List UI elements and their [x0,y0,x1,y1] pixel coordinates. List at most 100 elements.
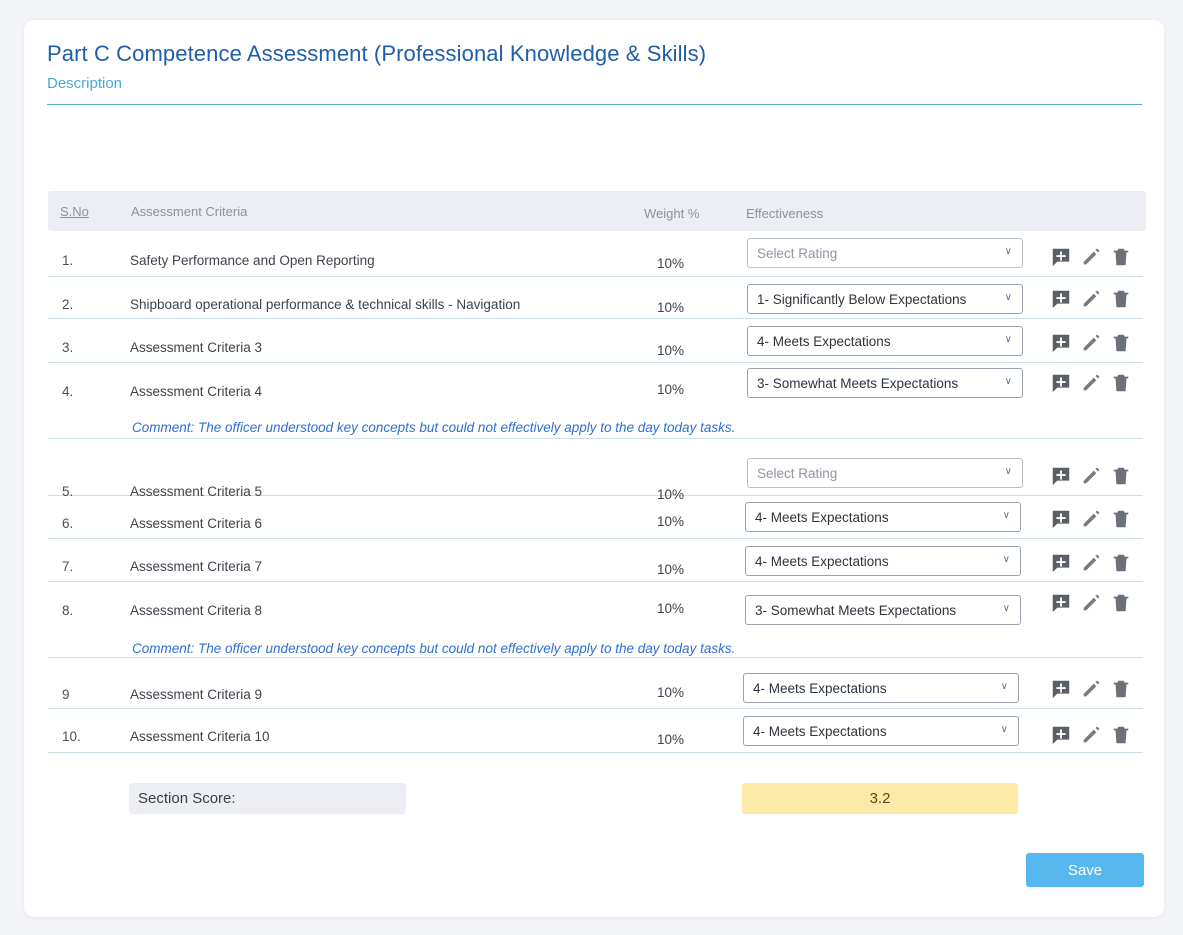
add-comment-icon[interactable] [1050,246,1072,268]
chevron-down-icon: ∨ [1004,246,1012,257]
add-comment-icon[interactable] [1050,465,1072,487]
add-comment-icon[interactable] [1050,332,1072,354]
edit-icon[interactable] [1080,465,1102,487]
row-weight: 10% [657,685,685,700]
chevron-down-icon: ∨ [1000,724,1008,735]
chevron-down-icon: ∨ [1000,681,1008,692]
row-sno: 8. [62,603,74,618]
description-link[interactable]: Description [47,75,122,92]
delete-icon[interactable] [1110,332,1132,354]
row-actions [1050,246,1140,268]
row-sno: 2. [62,297,74,312]
edit-icon[interactable] [1080,724,1102,746]
edit-icon[interactable] [1080,372,1102,394]
row-sno: 4. [62,384,74,399]
column-header-sno[interactable]: S.No [60,204,89,219]
row-weight: 10% [657,601,685,616]
rating-select-value: 3- Somewhat Meets Expectations [757,376,959,391]
table-header: S.No Assessment Criteria Weight % Effect… [48,191,1146,231]
add-comment-icon[interactable] [1050,552,1072,574]
row-weight: 10% [657,382,685,397]
row-actions [1050,724,1140,746]
rating-select[interactable]: Select Rating ∨ [747,458,1023,488]
delete-icon[interactable] [1110,678,1132,700]
table-row: 2. Shipboard operational performance & te… [48,277,1143,319]
delete-icon[interactable] [1110,508,1132,530]
chevron-down-icon: ∨ [1004,292,1012,303]
row-actions [1050,372,1140,394]
rating-select-value: 4- Meets Expectations [755,554,889,569]
add-comment-icon[interactable] [1050,508,1072,530]
rating-select[interactable]: 4- Meets Expectations ∨ [743,716,1019,746]
row-actions [1050,288,1140,310]
row-weight: 10% [657,343,685,358]
rating-select[interactable]: 4- Meets Expectations ∨ [747,326,1023,356]
rating-select[interactable]: 3- Somewhat Meets Expectations ∨ [747,368,1023,398]
delete-icon[interactable] [1110,246,1132,268]
rating-select[interactable]: 3- Somewhat Meets Expectations ∨ [745,595,1021,625]
rating-select-value: 1- Significantly Below Expectations [757,292,967,307]
delete-icon[interactable] [1110,592,1132,614]
rating-select[interactable]: Select Rating ∨ [747,238,1023,268]
chevron-down-icon: ∨ [1002,554,1010,565]
table-row: 5. Assessment Criteria 5 10% Select Rating ∨ [48,439,1143,502]
row-comment: Comment: The officer understood key conc… [132,420,736,435]
table-row: 9 Assessment Criteria 9 10% 4- Meets Expect… [48,658,1143,709]
rating-select-value: 4- Meets Expectations [755,510,889,525]
add-comment-icon[interactable] [1050,372,1072,394]
chevron-down-icon: ∨ [1004,376,1012,387]
table-row: 6. Assessment Criteria 6 10% 4- Meets Expec… [48,496,1143,539]
row-criteria: Safety Performance and Open Reporting [130,253,375,268]
column-header-criteria: Assessment Criteria [131,204,248,219]
delete-icon[interactable] [1110,288,1132,310]
rating-select-value: Select Rating [757,466,838,481]
edit-icon[interactable] [1080,552,1102,574]
table-row: 8. Assessment Criteria 8 10% 3- Somewhat Me… [48,582,1143,658]
edit-icon[interactable] [1080,288,1102,310]
row-sno: 7. [62,559,74,574]
row-criteria: Assessment Criteria 8 [130,603,263,618]
edit-icon[interactable] [1080,508,1102,530]
page-title: Part C Competence Assessment (Profession… [47,41,707,66]
row-weight: 10% [657,300,685,315]
header-divider [47,104,1142,105]
section-score-label: Section Score: [129,783,406,814]
rating-select[interactable]: 4- Meets Expectations ∨ [743,673,1019,703]
rating-select-value: 4- Meets Expectations [757,334,891,349]
assessment-card: Part C Competence Assessment (Profession… [24,20,1164,917]
add-comment-icon[interactable] [1050,592,1072,614]
row-actions [1050,332,1140,354]
add-comment-icon[interactable] [1050,724,1072,746]
rating-select-value: 4- Meets Expectations [753,724,887,739]
row-weight: 10% [657,732,685,747]
save-button[interactable]: Save [1026,853,1144,887]
add-comment-icon[interactable] [1050,288,1072,310]
row-criteria: Assessment Criteria 10 [130,729,270,744]
row-actions [1050,465,1140,487]
table-row: 7. Assessment Criteria 7 10% 4- Meets Expec… [48,539,1143,582]
row-criteria: Assessment Criteria 3 [130,340,263,355]
delete-icon[interactable] [1110,552,1132,574]
edit-icon[interactable] [1080,246,1102,268]
delete-icon[interactable] [1110,372,1132,394]
row-weight: 10% [657,514,685,529]
rating-select[interactable]: 1- Significantly Below Expectations ∨ [747,284,1023,314]
add-comment-icon[interactable] [1050,678,1072,700]
row-criteria: Assessment Criteria 4 [130,384,263,399]
chevron-down-icon: ∨ [1004,466,1012,477]
row-criteria: Assessment Criteria 9 [130,687,263,702]
edit-icon[interactable] [1080,332,1102,354]
column-header-weight: Weight % [644,206,700,221]
delete-icon[interactable] [1110,724,1132,746]
row-actions [1050,592,1140,614]
rating-select[interactable]: 4- Meets Expectations ∨ [745,546,1021,576]
column-header-effectiveness: Effectiveness [746,206,824,221]
delete-icon[interactable] [1110,465,1132,487]
chevron-down-icon: ∨ [1002,510,1010,521]
table-row: 10. Assessment Criteria 10 10% 4- Meets Exp… [48,709,1143,753]
edit-icon[interactable] [1080,592,1102,614]
edit-icon[interactable] [1080,678,1102,700]
row-comment: Comment: The officer understood key conc… [132,641,736,656]
rating-select-value: Select Rating [757,246,838,261]
rating-select[interactable]: 4- Meets Expectations ∨ [745,502,1021,532]
